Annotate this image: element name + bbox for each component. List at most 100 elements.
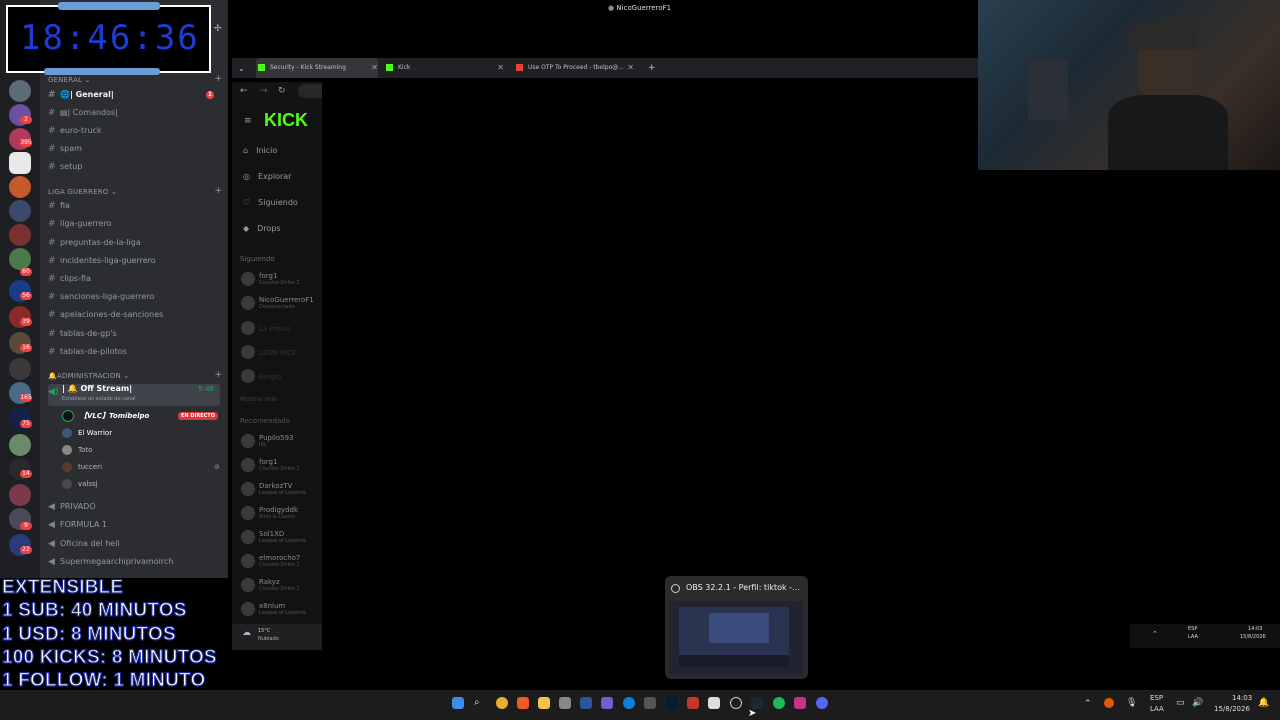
channel-clips-fia[interactable]: # clips-fia bbox=[48, 271, 220, 287]
channel-formula-1[interactable]: ◀ FORMULA 1 bbox=[48, 517, 220, 533]
recommended-item[interactable]: Pupilo593 IRL bbox=[259, 434, 294, 448]
server-icon[interactable] bbox=[9, 434, 31, 456]
language-indicator[interactable]: ESP bbox=[1150, 694, 1163, 702]
tab-kick[interactable]: Kick ✕ bbox=[386, 58, 504, 78]
channel-tablas-gp[interactable]: # tablas-de-gp's bbox=[48, 326, 220, 342]
new-tab-button[interactable]: + bbox=[648, 58, 656, 78]
menu-icon[interactable]: ≡ bbox=[244, 116, 252, 126]
app-icon[interactable] bbox=[794, 697, 806, 709]
channel-supermega[interactable]: ◀ Supermegaarchiprivamoirch bbox=[48, 554, 220, 570]
voice-user[interactable]: 【VLC】Tomibelpo bbox=[62, 409, 149, 424]
microphone-icon[interactable]: 🎙 bbox=[1126, 698, 1137, 708]
recommended-item[interactable]: x8nium League of Legends bbox=[259, 602, 306, 616]
following-item[interactable]: Kergio bbox=[259, 373, 281, 381]
forward-icon[interactable]: → bbox=[260, 86, 268, 96]
channel-incidentes[interactable]: # incidentes-liga-guerrero bbox=[48, 253, 220, 269]
voice-status[interactable]: Establece un estado de canal bbox=[62, 391, 136, 407]
category-administracion[interactable]: 🔔ADMINISTRACION ⌄ bbox=[48, 372, 129, 380]
category-general[interactable]: GENERAL ⌄ bbox=[48, 76, 91, 84]
channel-oficina[interactable]: ◀ Oficina del heli bbox=[48, 536, 220, 552]
reload-icon[interactable]: ↻ bbox=[278, 86, 286, 96]
kick-logo[interactable]: KICK bbox=[264, 110, 308, 131]
taskbar-time[interactable]: 14:03 bbox=[1232, 694, 1252, 702]
address-bar[interactable] bbox=[298, 84, 322, 98]
voice-user[interactable]: El Warrior bbox=[62, 426, 112, 441]
start-icon[interactable] bbox=[452, 697, 464, 709]
add-channel-icon[interactable]: + bbox=[214, 370, 222, 380]
spotify-icon[interactable] bbox=[773, 697, 785, 709]
channel-general[interactable]: # 🌐| General| 1 bbox=[48, 87, 220, 103]
taskbar-date[interactable]: 15/8/2026 bbox=[1214, 705, 1250, 713]
thumbnail-preview[interactable] bbox=[669, 601, 803, 675]
nav-siguiendo[interactable]: ♡ Siguiendo bbox=[243, 198, 298, 207]
channel-sanciones[interactable]: # sanciones-liga-guerrero bbox=[48, 289, 220, 305]
nav-explorar[interactable]: ◎ Explorar bbox=[243, 172, 291, 181]
server-icon[interactable] bbox=[9, 484, 31, 506]
store-icon[interactable] bbox=[644, 697, 656, 709]
chrome-icon[interactable] bbox=[496, 697, 508, 709]
network-icon[interactable]: ▭ bbox=[1176, 698, 1185, 708]
channel-fia[interactable]: # fia bbox=[48, 198, 220, 214]
pin-icon[interactable]: ✢ bbox=[214, 24, 222, 34]
channel-tablas-pilotos[interactable]: # tablas-de-pilotos bbox=[48, 344, 220, 360]
voice-channel-off-stream[interactable]: ◀) | 🔔 Off Stream| 5:48 Establece un esta… bbox=[48, 384, 220, 406]
folder-icon[interactable] bbox=[538, 697, 550, 709]
server-icon[interactable] bbox=[9, 224, 31, 246]
channel-setup[interactable]: # setup bbox=[48, 159, 220, 175]
channel-liga-guerrero[interactable]: # liga-guerrero bbox=[48, 216, 220, 232]
voice-user[interactable]: valssj bbox=[62, 477, 98, 492]
server-icon[interactable] bbox=[9, 248, 31, 270]
add-channel-icon[interactable]: + bbox=[214, 74, 222, 84]
notepad-icon[interactable] bbox=[708, 697, 720, 709]
recommended-item[interactable]: Prodigyddk Slots & Casino bbox=[259, 506, 298, 520]
voice-user[interactable]: tucceri bbox=[62, 460, 102, 475]
recommended-item[interactable]: DarkozTV League of Legends bbox=[259, 482, 306, 496]
following-item[interactable]: LEON KICK bbox=[259, 349, 296, 357]
following-item[interactable]: NicoGuerreroF1 Desconectado bbox=[259, 296, 314, 310]
channel-preguntas[interactable]: # preguntas-de-la-liga bbox=[48, 235, 220, 251]
back-icon[interactable]: ← bbox=[240, 86, 248, 96]
channel-comandos[interactable]: # ▤| Comandos| bbox=[48, 105, 220, 121]
category-liga-guerrero[interactable]: LIGA GUERRERO ⌄ bbox=[48, 188, 117, 196]
weather-widget[interactable]: ☁ 15°C Nublado bbox=[232, 624, 322, 650]
brave-icon[interactable] bbox=[517, 697, 529, 709]
chevron-up-icon[interactable]: ⌃ bbox=[1084, 699, 1092, 709]
server-icon[interactable] bbox=[9, 358, 31, 380]
server-icon[interactable] bbox=[9, 200, 31, 222]
server-icon[interactable] bbox=[9, 80, 31, 102]
app-icon[interactable] bbox=[687, 697, 699, 709]
close-tab-icon[interactable]: ✕ bbox=[497, 58, 504, 78]
recommended-item[interactable]: Sol1XD League of Legends bbox=[259, 530, 306, 544]
channel-privado[interactable]: ◀ PRIVADO bbox=[48, 499, 220, 515]
nav-inicio[interactable]: ⌂ Inicio bbox=[243, 146, 277, 155]
channel-euro-truck[interactable]: # euro-truck bbox=[48, 123, 220, 139]
nav-drops[interactable]: ◆ Drops bbox=[243, 224, 281, 233]
tab-gmail[interactable]: Use OTP To Proceed - tbelpo@... ✕ bbox=[516, 58, 634, 78]
obs-taskbar-icon[interactable] bbox=[730, 697, 742, 709]
recommended-item[interactable]: forg1 Counter-Strike 2 bbox=[259, 458, 300, 472]
following-item[interactable]: La Previa bbox=[259, 325, 291, 333]
terminal-icon[interactable] bbox=[559, 697, 571, 709]
show-more-link[interactable]: Mostrar más bbox=[240, 396, 278, 403]
recommended-item[interactable]: Rakyz Counter-Strike 2 bbox=[259, 578, 300, 592]
voice-user[interactable]: Toto bbox=[62, 443, 92, 458]
discord-icon[interactable] bbox=[816, 697, 828, 709]
server-icon[interactable] bbox=[9, 152, 31, 174]
tab-search-icon[interactable]: ⌄ bbox=[238, 64, 245, 73]
tab-security-kick[interactable]: Security - Kick Streaming ✕ bbox=[256, 58, 378, 78]
close-tab-icon[interactable]: ✕ bbox=[371, 58, 378, 78]
server-icon[interactable] bbox=[9, 176, 31, 198]
word-icon[interactable] bbox=[580, 697, 592, 709]
following-item[interactable]: forg1 Counter-Strike 2 bbox=[259, 272, 300, 286]
recommended-item[interactable]: elmorocho7 Counter-Strike 2 bbox=[259, 554, 300, 568]
close-tab-icon[interactable]: ✕ bbox=[627, 58, 634, 78]
keyboard-layout[interactable]: LAA bbox=[1150, 705, 1164, 713]
edge-icon[interactable] bbox=[623, 697, 635, 709]
photoshop-icon[interactable] bbox=[666, 697, 678, 709]
tray-app-icon[interactable] bbox=[1104, 698, 1114, 708]
volume-icon[interactable]: 🔊 bbox=[1192, 698, 1203, 708]
channel-apelaciones[interactable]: # apelaciones-de-sanciones bbox=[48, 307, 220, 323]
app-icon[interactable] bbox=[601, 697, 613, 709]
search-icon[interactable]: ⌕ bbox=[474, 697, 486, 709]
notification-icon[interactable]: 🔔 bbox=[1258, 698, 1269, 708]
